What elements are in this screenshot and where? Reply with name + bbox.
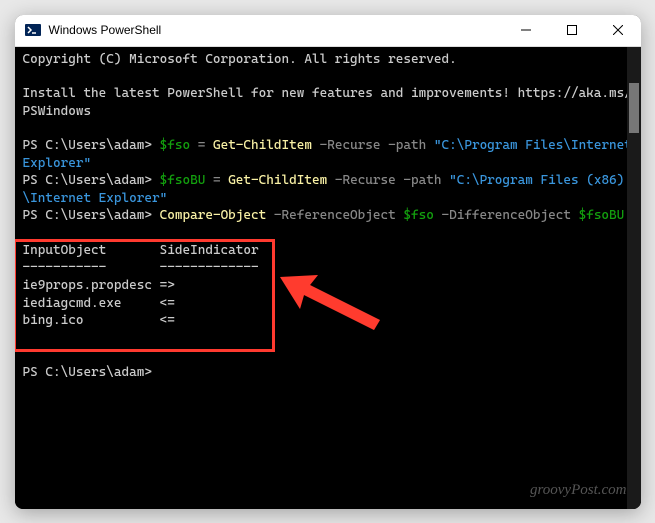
close-button[interactable] bbox=[595, 15, 641, 46]
window-title: Windows PowerShell bbox=[49, 23, 503, 37]
maximize-button[interactable] bbox=[549, 15, 595, 46]
prompt: PS C:\Users\adam> bbox=[23, 208, 153, 223]
scrollbar-track[interactable] bbox=[627, 47, 641, 509]
window-controls bbox=[503, 15, 641, 46]
command-line-3: PS C:\Users\adam> Compare-Object -Refere… bbox=[23, 207, 633, 225]
cmdlet: Get-ChildItem bbox=[228, 173, 327, 188]
output-divider: ----------- ------------- bbox=[23, 259, 633, 277]
cmdlet: Compare-Object bbox=[160, 208, 267, 223]
output-row: bing.ico <= bbox=[23, 312, 633, 330]
cmdlet: Get-ChildItem bbox=[213, 138, 312, 153]
prompt: PS C:\Users\adam> bbox=[23, 173, 153, 188]
powershell-icon bbox=[25, 22, 41, 38]
terminal-content[interactable]: Copyright (C) Microsoft Corporation. All… bbox=[15, 47, 641, 509]
var: $fsoBU bbox=[160, 173, 206, 188]
watermark: groovyPost.com bbox=[530, 480, 627, 500]
copyright-line: Copyright (C) Microsoft Corporation. All… bbox=[23, 51, 633, 69]
var: $fso bbox=[403, 208, 433, 223]
output-header: InputObject SideIndicator bbox=[23, 242, 633, 260]
prompt-line: PS C:\Users\adam> bbox=[23, 364, 633, 382]
command-line-2: PS C:\Users\adam> $fsoBU = Get-ChildItem… bbox=[23, 172, 633, 207]
var: $fso bbox=[160, 138, 190, 153]
minimize-button[interactable] bbox=[503, 15, 549, 46]
powershell-window: Windows PowerShell Copyright (C) Microso… bbox=[15, 15, 641, 509]
command-line-1: PS C:\Users\adam> $fso = Get-ChildItem -… bbox=[23, 137, 633, 172]
install-msg-line: Install the latest PowerShell for new fe… bbox=[23, 85, 633, 120]
output-row: ie9props.propdesc => bbox=[23, 277, 633, 295]
var: $fsoBU bbox=[579, 208, 625, 223]
output-row: iediagcmd.exe <= bbox=[23, 295, 633, 313]
titlebar[interactable]: Windows PowerShell bbox=[15, 15, 641, 47]
scrollbar-thumb[interactable] bbox=[629, 83, 639, 133]
prompt: PS C:\Users\adam> bbox=[23, 138, 153, 153]
